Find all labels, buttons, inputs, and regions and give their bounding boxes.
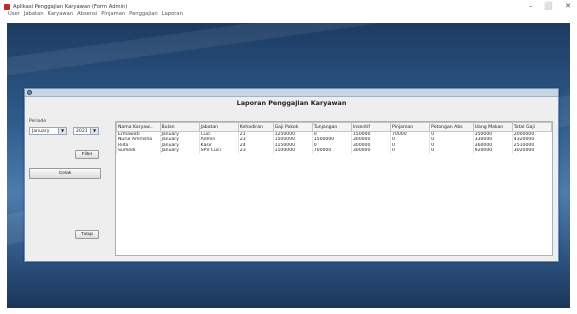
table-cell: 1100000 (272, 148, 313, 154)
column-header[interactable]: Bulan (159, 122, 200, 132)
column-header[interactable]: Kehadiran (237, 122, 274, 132)
menu-karyawan[interactable]: Karyawan (48, 11, 74, 20)
report-internal-frame: Laporan Penggajian Karyawan Periode Janu… (24, 88, 559, 262)
print-button[interactable]: Cetak (29, 168, 101, 179)
menu-laporan[interactable]: Laporan (162, 11, 183, 20)
table-cell: January (159, 148, 200, 154)
report-title: Laporan Penggajian Karyawan (236, 99, 347, 107)
column-header[interactable]: Potongan Abs (429, 122, 474, 132)
table-cell: 3020000 (511, 148, 552, 154)
table-cell: 23 (237, 148, 274, 154)
table-cell: SPV Cuci (198, 148, 239, 154)
menu-penggajian[interactable]: Penggajian (129, 11, 158, 20)
table-row[interactable]: Sumedi January SPV Cuci 23 1100000 70000… (116, 148, 552, 154)
minimize-icon[interactable]: – (529, 2, 533, 10)
menu-user[interactable]: User (8, 11, 20, 20)
table-cell: 300000 (350, 148, 391, 154)
column-header[interactable]: Tunjangan (311, 122, 352, 132)
table-header-row: Nama Karyaw... Bulan Jabatan Kehadiran G… (116, 122, 552, 132)
background-ray (7, 23, 570, 81)
table-cell: 0 (429, 148, 474, 154)
internal-frame-titlebar (25, 89, 558, 97)
column-header[interactable]: Jabatan (198, 122, 239, 132)
column-header[interactable]: Nama Karyaw... (116, 122, 161, 132)
table-cell: 0 (389, 148, 430, 154)
table-cell: 700000 (311, 148, 352, 154)
window-title: Aplikasi Penggajian Karyawan (Form Admin… (13, 3, 128, 10)
filter-button[interactable]: Filter (75, 150, 99, 159)
column-header[interactable]: Total Gaji (511, 122, 552, 132)
menu-pinjaman[interactable]: Pinjaman (101, 11, 125, 20)
chevron-down-icon[interactable]: ▼ (90, 128, 98, 134)
column-header[interactable]: Pinjaman (389, 122, 431, 132)
chevron-down-icon[interactable]: ▼ (58, 128, 66, 134)
menu-jabatan[interactable]: Jabatan (24, 11, 44, 20)
window-controls: – ⬜ ✕ (529, 2, 571, 10)
month-select-value: January (32, 129, 50, 134)
app-icon (4, 3, 10, 10)
salary-report-table[interactable]: Nama Karyaw... Bulan Jabatan Kehadiran G… (115, 121, 553, 256)
menu-bar: User Jabatan Karyawan Absensi Pinjaman P… (0, 11, 577, 20)
frame-icon (27, 90, 32, 95)
menu-absensi[interactable]: Absensi (77, 11, 97, 20)
maximize-icon[interactable]: ⬜ (544, 2, 553, 10)
periode-label: Periode (29, 119, 47, 124)
close-button[interactable]: Tutup (75, 230, 99, 239)
column-header[interactable]: Uang Makan (472, 122, 513, 132)
column-header[interactable]: Insentif (350, 122, 392, 132)
desktop-pane: Laporan Penggajian Karyawan Periode Janu… (7, 23, 570, 308)
table-cell: Sumedi (116, 148, 160, 154)
year-select-value: 2021 (76, 129, 88, 134)
year-select[interactable]: 2021 ▼ (73, 127, 99, 135)
close-icon[interactable]: ✕ (565, 2, 571, 10)
table-cell: 920000 (472, 148, 513, 154)
month-select[interactable]: January ▼ (29, 127, 67, 135)
column-header[interactable]: Gaji Pokok (272, 122, 313, 132)
